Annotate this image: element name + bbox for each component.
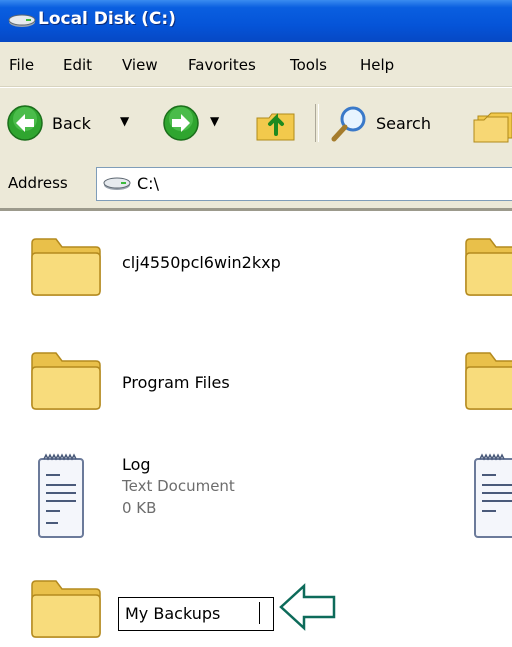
toolbar-separator	[315, 104, 319, 142]
forward-arrow-icon	[163, 105, 199, 141]
text-document-icon[interactable]	[472, 453, 512, 541]
callout-arrow-icon	[279, 583, 336, 631]
menu-help[interactable]: Help	[360, 56, 394, 74]
folder-icon[interactable]	[462, 229, 512, 299]
folders-icon	[473, 112, 512, 143]
back-label: Back	[52, 114, 91, 133]
rename-input[interactable]: My Backups	[118, 597, 274, 631]
search-label: Search	[376, 114, 431, 133]
address-bar: Address C:\	[0, 160, 512, 211]
menu-view[interactable]: View	[122, 56, 158, 74]
drive-icon	[8, 14, 36, 27]
back-arrow-icon	[7, 105, 43, 141]
folder-icon	[31, 352, 101, 410]
menu-tools[interactable]: Tools	[290, 56, 327, 74]
file-list: clj4550pcl6win2kxp Program Files Log Tex…	[0, 211, 512, 647]
list-item[interactable]: clj4550pcl6win2kxp	[28, 225, 348, 305]
forward-button[interactable]: ▼	[162, 102, 232, 146]
title-bar: Local Disk (C:)	[0, 0, 512, 42]
folder-icon	[31, 238, 101, 296]
forward-dropdown-icon[interactable]: ▼	[210, 114, 219, 128]
file-name: Program Files	[122, 373, 230, 392]
search-icon	[331, 106, 366, 142]
back-dropdown-icon[interactable]: ▼	[120, 114, 129, 128]
file-type: Text Document	[122, 477, 235, 495]
menu-bar: File Edit View Favorites Tools Help	[0, 42, 512, 87]
toolbar: Back ▼ ▼ Search	[0, 87, 512, 161]
list-item[interactable]: Program Files	[28, 339, 348, 419]
list-item[interactable]	[28, 567, 120, 647]
up-folder-icon	[256, 113, 295, 141]
search-button[interactable]: Search	[330, 102, 460, 146]
menu-file[interactable]: File	[9, 56, 34, 74]
address-input[interactable]: C:\	[96, 167, 512, 201]
text-caret	[259, 602, 260, 624]
address-value: C:\	[137, 174, 159, 193]
back-button[interactable]: Back ▼	[6, 102, 154, 146]
rename-value: My Backups	[125, 604, 221, 623]
menu-edit[interactable]: Edit	[63, 56, 92, 74]
folder-icon[interactable]	[462, 343, 512, 413]
file-size: 0 KB	[122, 499, 157, 517]
folder-icon	[31, 580, 101, 638]
file-name: clj4550pcl6win2kxp	[122, 253, 281, 272]
up-folder-button[interactable]	[254, 102, 300, 146]
menu-favorites[interactable]: Favorites	[188, 56, 256, 74]
text-document-icon	[38, 453, 84, 538]
list-item[interactable]: Log Text Document 0 KB	[28, 447, 348, 557]
address-label: Address	[8, 174, 68, 192]
drive-icon	[103, 177, 131, 190]
folders-button[interactable]	[472, 104, 512, 144]
window-title: Local Disk (C:)	[38, 9, 176, 29]
file-name: Log	[122, 455, 151, 474]
